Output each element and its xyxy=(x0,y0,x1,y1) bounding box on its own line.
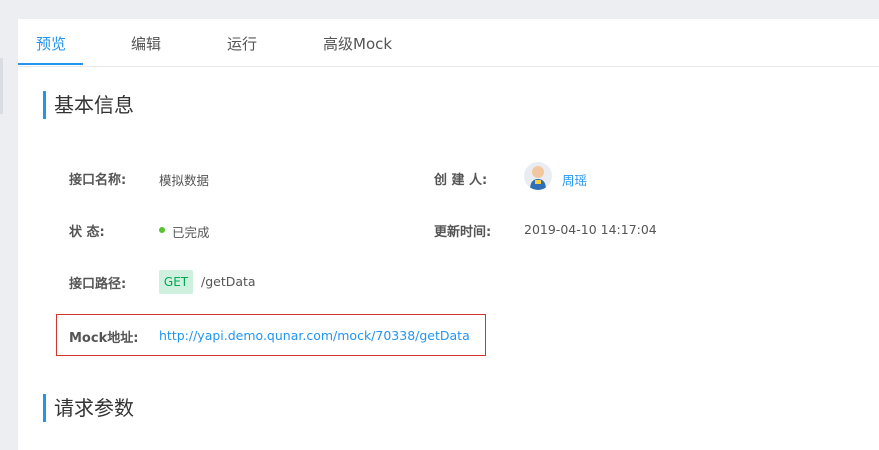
section-title-basic-info: 基本信息 xyxy=(43,91,134,119)
interface-name-value: 模拟数据 xyxy=(159,173,210,188)
interface-path-value: /getData xyxy=(201,274,256,289)
mock-address-link[interactable]: http://yapi.demo.qunar.com/mock/70338/ge… xyxy=(159,328,470,343)
tab-preview[interactable]: 预览 xyxy=(36,33,66,54)
status-label: 状 态: xyxy=(69,221,124,240)
status-label-text: 状 态: xyxy=(69,225,105,240)
interface-name-label: 接口名称: xyxy=(69,173,127,188)
status-value: 已完成 xyxy=(172,225,210,240)
tab-advanced-mock[interactable]: 高级Mock xyxy=(323,33,392,54)
mock-address-label: Mock地址: xyxy=(69,331,139,346)
avatar[interactable] xyxy=(524,162,552,190)
section-title-request-params: 请求参数 xyxy=(43,394,134,422)
user-avatar-icon xyxy=(530,166,546,190)
updated-time-label: 更新时间: xyxy=(434,225,492,240)
active-tab-indicator xyxy=(18,63,83,65)
updated-time-value: 2019-04-10 14:17:04 xyxy=(524,222,657,237)
tab-run[interactable]: 运行 xyxy=(227,33,257,54)
creator-label: 创 建 人: xyxy=(434,173,488,188)
http-method-badge: GET xyxy=(159,270,193,294)
interface-path-label: 接口路径: xyxy=(69,277,127,292)
tab-edit[interactable]: 编辑 xyxy=(131,33,161,54)
interface-detail-panel: 预览 编辑 运行 高级Mock 基本信息 接口名称: 模拟数据 创 建 人: 周… xyxy=(18,19,879,450)
creator-name-link[interactable]: 周瑶 xyxy=(562,170,587,189)
left-sidebar-edge xyxy=(0,58,3,114)
tab-bar: 预览 编辑 运行 高级Mock xyxy=(18,19,879,67)
status-dot-icon xyxy=(159,227,165,233)
